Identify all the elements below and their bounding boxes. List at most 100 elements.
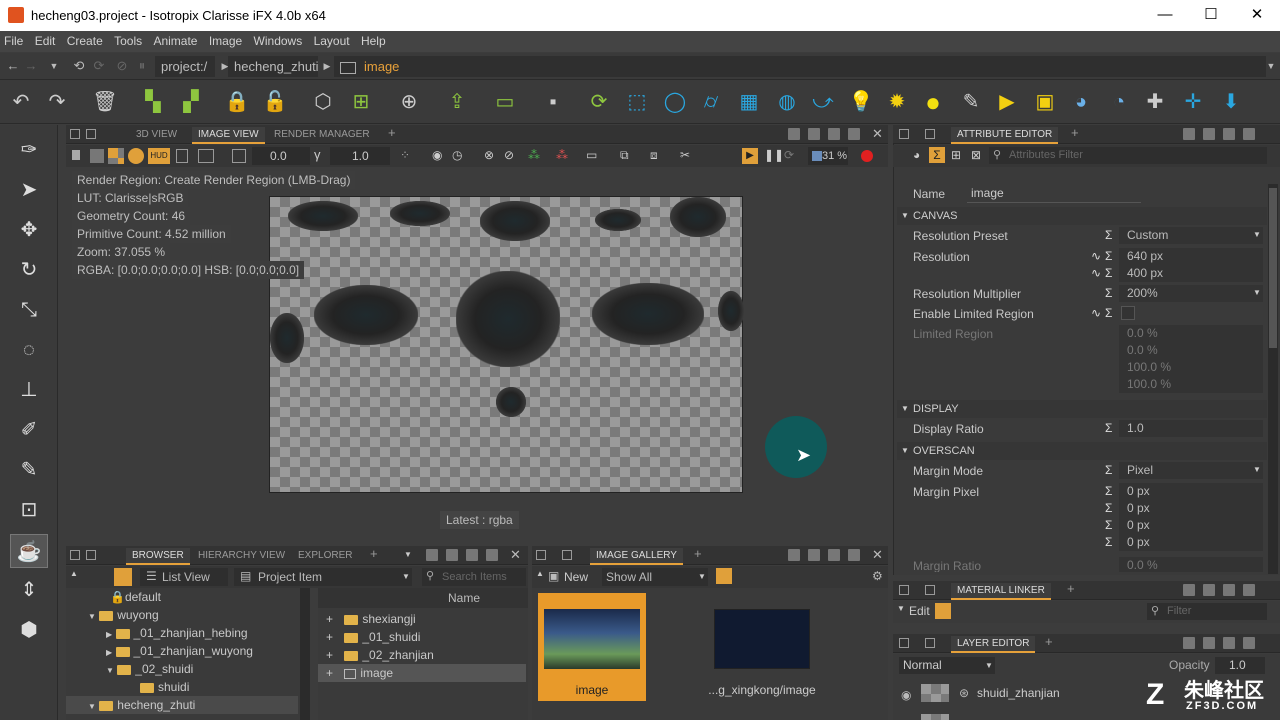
ungroup-icon[interactable]: ▞ [176, 88, 206, 116]
layout-max-icon[interactable] [1243, 128, 1255, 140]
dropdown-icon[interactable]: ▼ [1253, 465, 1261, 474]
resolution-multiplier-select[interactable]: 200% [1119, 285, 1263, 302]
layout-rows-icon[interactable] [446, 549, 458, 561]
attributes-filter-input[interactable]: Attributes Filter [989, 147, 1267, 164]
exposure-field[interactable]: 0.0 [252, 147, 310, 165]
limited-region-field-1[interactable]: 0.0 % [1119, 325, 1263, 342]
add-icon[interactable]: + [326, 666, 333, 680]
close-panel-icon[interactable]: ✕ [510, 547, 521, 563]
sky-light-icon[interactable]: ◔ [1104, 88, 1134, 116]
new-button[interactable]: New [564, 570, 588, 584]
dropdown-icon[interactable]: ▼ [402, 572, 410, 581]
history-dropdown-icon[interactable]: ▼ [45, 57, 63, 75]
locator-icon[interactable]: ✚ [1140, 88, 1170, 116]
dots-icon[interactable]: ⁘ [400, 148, 410, 162]
limited-region-field-3[interactable]: 100.0 % [1119, 359, 1263, 376]
delete-icon[interactable]: 🗑 [90, 88, 120, 116]
redo-icon[interactable]: ↷ [42, 88, 72, 116]
crop-icon[interactable]: ⧈ [650, 148, 658, 163]
layout-grid-icon[interactable] [788, 549, 800, 561]
camera-icon[interactable]: ◉ [432, 148, 442, 162]
panel-menu-icon[interactable] [562, 550, 572, 560]
measure-icon[interactable]: ⇕ [10, 573, 48, 607]
render-refresh-icon[interactable]: ⟳ [784, 148, 794, 162]
display-ratio-field[interactable]: 1.0 [1119, 420, 1263, 437]
tab-image-gallery[interactable]: IMAGE GALLERY [590, 548, 683, 565]
pause-icon[interactable]: ⏸ [133, 57, 151, 75]
layout-max-icon[interactable] [848, 128, 860, 140]
layout-rows-icon[interactable] [1203, 128, 1215, 140]
add-icon[interactable]: + [326, 630, 333, 644]
tab-explorer[interactable]: EXPLORER [292, 548, 358, 565]
breadcrumb-current[interactable]: image [334, 56, 1266, 77]
overscan-section-header[interactable]: ▼ OVERSCAN [897, 442, 1267, 460]
frame-icon[interactable]: ⊡ [10, 493, 48, 527]
display-section-header[interactable]: ▼ DISPLAY [897, 400, 1267, 418]
path-icon[interactable]: ⤻ [808, 88, 838, 116]
add-icon[interactable]: + [326, 648, 333, 662]
menu-animate[interactable]: Animate [149, 31, 201, 48]
tree-scrollbar[interactable] [300, 588, 310, 720]
channel-select-icon[interactable]: ⁂ [556, 148, 568, 162]
add-tab-icon[interactable]: + [364, 546, 384, 563]
light-bulb-icon[interactable]: 💡 [846, 88, 876, 116]
menu-windows[interactable]: Windows [250, 31, 307, 48]
select-arrow-icon[interactable]: ➤ [10, 173, 48, 207]
undo-icon[interactable]: ↶ [6, 88, 36, 116]
layout-cols-icon[interactable] [828, 549, 840, 561]
collapse-icon[interactable]: ▼ [88, 612, 96, 621]
tab-attribute-editor[interactable]: ATTRIBUTE EDITOR [951, 127, 1059, 144]
render-play-icon[interactable]: ▶ [742, 148, 758, 164]
orbit-icon[interactable]: ◌ [10, 333, 48, 367]
dropdown-icon[interactable]: ▼ [404, 550, 412, 559]
visibility-eye-icon[interactable]: ◉ [901, 688, 911, 702]
panel-lock-icon[interactable] [899, 129, 909, 139]
tab-browser[interactable]: BROWSER [126, 548, 190, 565]
hierarchy-icon[interactable]: ⊞ [951, 148, 961, 162]
margin-ratio-field[interactable]: 0.0 % [1119, 557, 1263, 572]
folder-view-icon[interactable] [114, 568, 132, 586]
back-arrow-icon[interactable]: ← [4, 57, 22, 75]
add-tab-icon[interactable]: + [1061, 581, 1081, 598]
menu-create[interactable]: Create [63, 31, 107, 48]
layout-cols-icon[interactable] [466, 549, 478, 561]
clock-icon[interactable]: ◷ [452, 148, 462, 162]
panel-lock-icon[interactable] [70, 550, 80, 560]
forward-arrow-icon[interactable]: → [22, 57, 40, 75]
globe-icon[interactable]: ◍ [772, 88, 802, 116]
tree-item-hecheng-zhuti[interactable]: ▼ hecheng_zhuti [66, 696, 298, 714]
layout-max-icon[interactable] [1243, 637, 1255, 649]
material-icon[interactable] [935, 603, 951, 619]
scrollbar-thumb[interactable] [1269, 188, 1277, 348]
list-item[interactable]: + _02_zhanjian [318, 646, 526, 664]
add-tab-icon[interactable]: + [1039, 634, 1059, 651]
monitor-icon[interactable] [198, 149, 214, 163]
gamma-field[interactable]: 1.0 [330, 147, 390, 165]
brush-icon[interactable]: ✎ [10, 453, 48, 487]
layout-grid-icon[interactable] [426, 549, 438, 561]
add-tab-icon[interactable]: + [382, 125, 402, 142]
sigma-filter-icon[interactable]: Σ [929, 147, 945, 163]
layout-grid-icon[interactable] [788, 128, 800, 140]
tree-item-wuyong[interactable]: ▼ wuyong [66, 606, 298, 624]
expand-icon[interactable]: ▼ [897, 604, 905, 613]
panel-menu-icon[interactable] [925, 129, 935, 139]
tools-icon[interactable]: ✂ [680, 148, 690, 162]
cylinder-icon[interactable]: ⌭ [696, 88, 726, 116]
tree-item-default[interactable]: 🔒default [66, 588, 298, 606]
layer-name[interactable]: shuidi_zhanjian [977, 686, 1060, 700]
sphere-icon[interactable]: ◯ [660, 88, 690, 116]
script-icon[interactable]: ▭ [490, 88, 520, 116]
layout-cols-icon[interactable] [828, 128, 840, 140]
limited-region-field-2[interactable]: 0.0 % [1119, 342, 1263, 359]
layout-grid-icon[interactable] [1183, 637, 1195, 649]
expand-icon[interactable]: ▶ [106, 648, 112, 657]
eyedropper-icon[interactable]: ✑ [10, 133, 48, 167]
panel-lock-icon[interactable] [899, 585, 909, 595]
point-light-icon[interactable]: ● [918, 88, 948, 116]
menu-tools[interactable]: Tools [110, 31, 146, 48]
grid-icon[interactable]: ▦ [734, 88, 764, 116]
enable-limited-region-checkbox[interactable] [1121, 306, 1135, 320]
channel-toggle-icon[interactable] [128, 148, 144, 164]
close-panel-icon[interactable]: ✕ [872, 547, 883, 563]
